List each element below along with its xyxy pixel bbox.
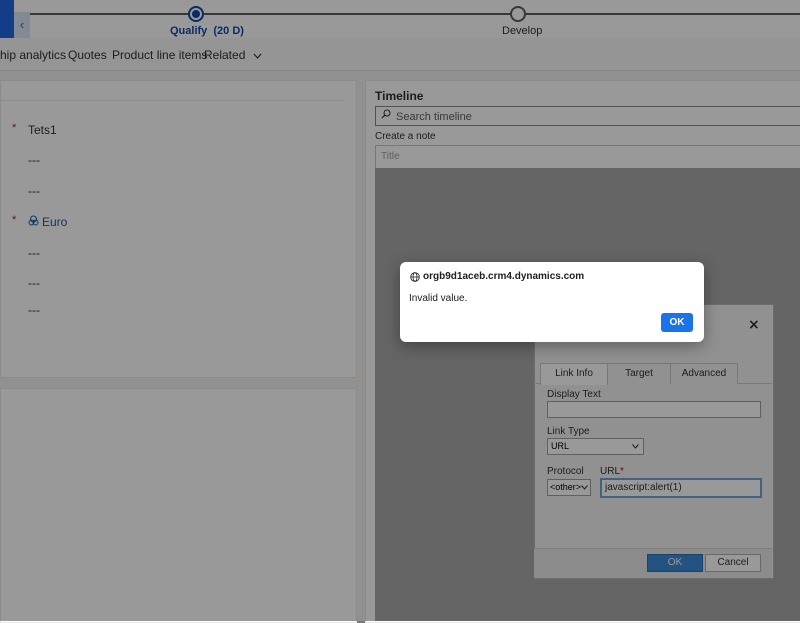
alert-message: Invalid value. bbox=[409, 293, 468, 304]
alert-origin: orgb9d1aceb.crm4.dynamics.com bbox=[423, 271, 585, 282]
globe-icon bbox=[410, 272, 420, 282]
alert-ok-button[interactable]: OK bbox=[661, 313, 693, 332]
